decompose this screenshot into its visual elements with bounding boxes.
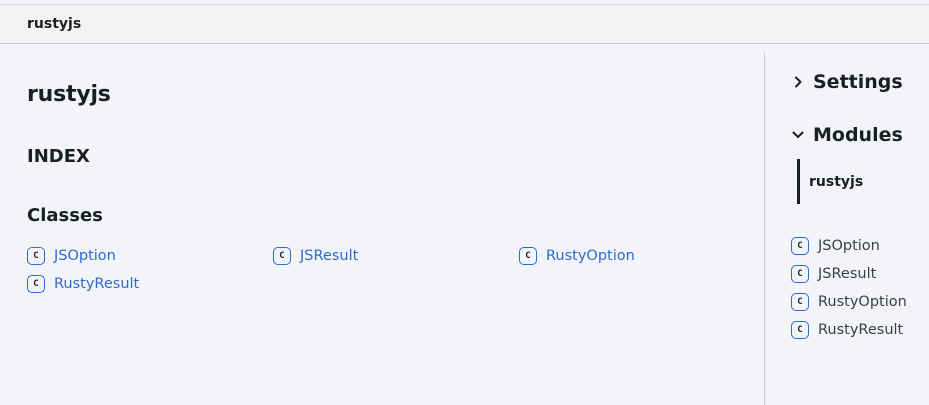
sidebar-link-jsoption[interactable]: C JSOption — [791, 237, 880, 255]
modules-toggle[interactable]: Modules — [791, 124, 903, 146]
class-link-jsoption[interactable]: C JSOption — [27, 247, 116, 265]
sidebar: Settings Modules rustyjs C JSOption C JS… — [765, 44, 929, 405]
class-icon: C — [791, 265, 809, 283]
sidebar-link-label: RustyOption — [818, 294, 907, 310]
class-link-label: RustyOption — [546, 248, 635, 264]
page-title: rustyjs — [27, 82, 111, 107]
class-link-rustyresult[interactable]: C RustyResult — [27, 275, 139, 293]
class-icon: C — [273, 247, 291, 265]
sidebar-link-label: JSResult — [818, 266, 877, 282]
modules-label: Modules — [813, 124, 903, 146]
chevron-right-icon — [791, 75, 805, 89]
brand-link[interactable]: rustyjs — [27, 16, 81, 32]
sidebar-link-label: JSOption — [818, 238, 880, 254]
class-link-label: JSOption — [54, 248, 116, 264]
class-icon: C — [791, 293, 809, 311]
sidebar-link-jsresult[interactable]: C JSResult — [791, 265, 876, 283]
class-icon: C — [27, 247, 45, 265]
settings-label: Settings — [813, 71, 903, 93]
sidebar-module-rustyjs[interactable]: rustyjs — [797, 159, 863, 204]
sidebar-link-rustyoption[interactable]: C RustyOption — [791, 293, 907, 311]
settings-toggle[interactable]: Settings — [791, 71, 903, 93]
index-heading: INDEX — [27, 146, 90, 167]
class-link-rustyoption[interactable]: C RustyOption — [519, 247, 635, 265]
class-link-jsresult[interactable]: C JSResult — [273, 247, 358, 265]
classes-heading: Classes — [27, 205, 103, 226]
class-link-label: JSResult — [300, 248, 359, 264]
sidebar-link-rustyresult[interactable]: C RustyResult — [791, 321, 903, 339]
class-link-label: RustyResult — [54, 276, 140, 292]
toolbar: rustyjs — [0, 5, 929, 44]
class-icon: C — [519, 247, 537, 265]
sidebar-link-label: RustyResult — [818, 322, 904, 338]
class-icon: C — [27, 275, 45, 293]
class-icon: C — [791, 237, 809, 255]
chevron-down-icon — [791, 128, 805, 142]
class-icon: C — [791, 321, 809, 339]
